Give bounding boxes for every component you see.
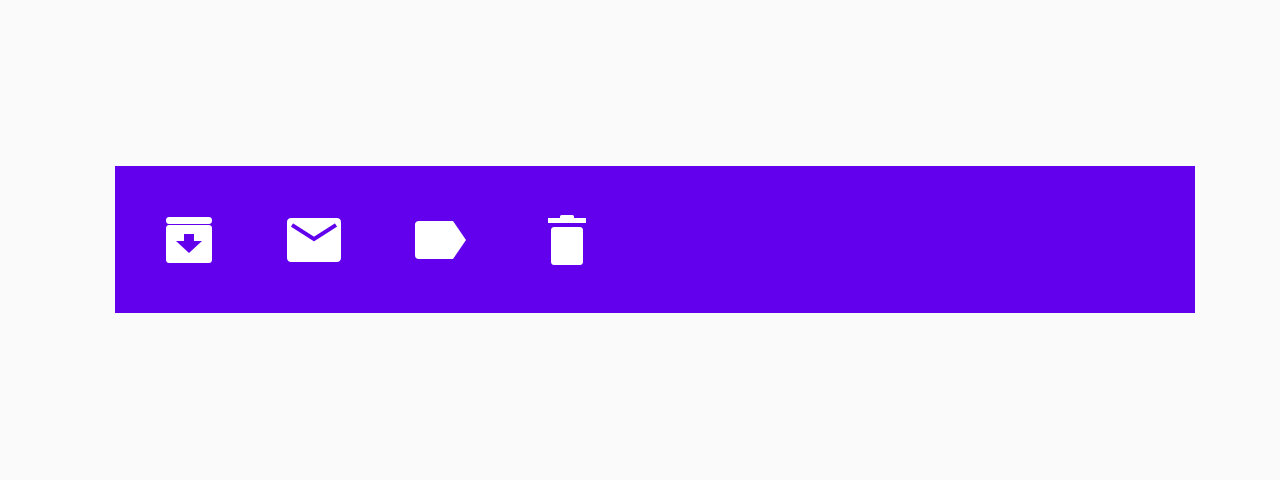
label-icon (415, 221, 467, 259)
mail-button[interactable] (282, 208, 346, 272)
delete-icon (547, 215, 587, 265)
action-toolbar (115, 166, 1195, 313)
archive-icon (164, 215, 214, 265)
label-button[interactable] (409, 208, 473, 272)
mail-icon (287, 218, 341, 262)
delete-button[interactable] (535, 208, 599, 272)
archive-button[interactable] (157, 208, 221, 272)
